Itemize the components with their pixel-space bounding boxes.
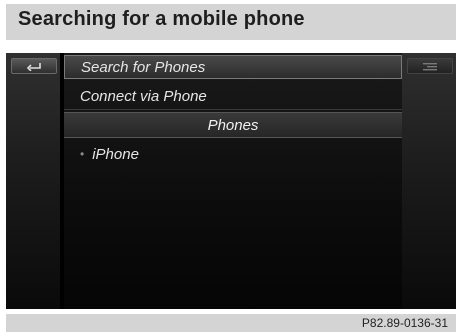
bullet-icon: •: [80, 147, 85, 161]
menu-item-connect-via-phone[interactable]: Connect via Phone: [64, 84, 402, 110]
menu-panel: Search for Phones Connect via Phone Phon…: [64, 53, 402, 309]
list-menu-icon: [423, 62, 437, 70]
page-header: Searching for a mobile phone: [6, 4, 456, 40]
options-button[interactable]: [407, 58, 453, 74]
phone-list-item-iphone[interactable]: • iPhone: [64, 141, 402, 167]
figure-caption: P82.89-0136-31: [6, 314, 456, 332]
phones-section-header: Phones: [64, 112, 402, 138]
left-sidebar: [6, 53, 60, 309]
right-sidebar: [402, 53, 456, 309]
menu-item-search-for-phones[interactable]: Search for Phones: [64, 55, 402, 79]
menu-item-label: Search for Phones: [81, 58, 206, 76]
figure-code: P82.89-0136-31: [361, 316, 448, 330]
page-title: Searching for a mobile phone: [18, 8, 305, 30]
back-button[interactable]: [11, 58, 57, 74]
back-arrow-icon: [26, 62, 41, 71]
section-header-label: Phones: [207, 116, 259, 134]
menu-item-label: Connect via Phone: [80, 88, 207, 105]
phone-label: iPhone: [92, 145, 139, 163]
display-screen: Search for Phones Connect via Phone Phon…: [6, 53, 456, 309]
